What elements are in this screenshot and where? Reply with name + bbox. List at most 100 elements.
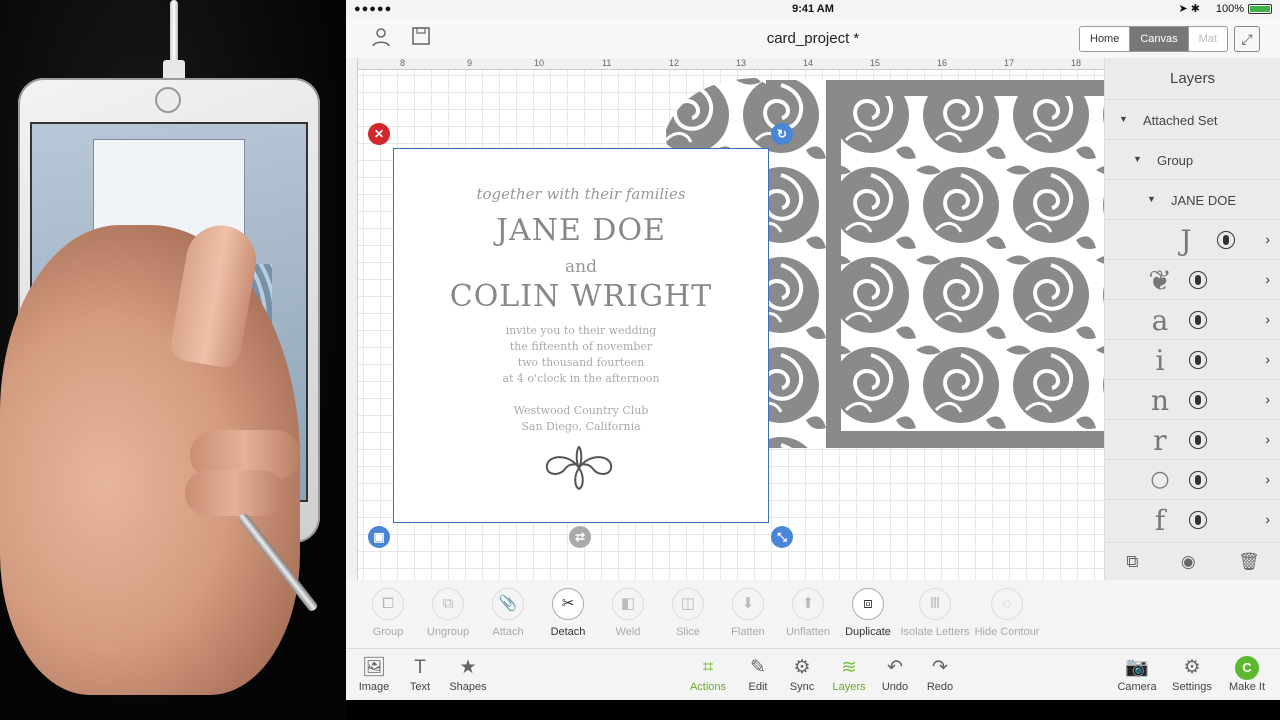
layer-label: Group [1157, 153, 1194, 168]
actions-icon: ⌗ [702, 657, 714, 678]
ruler-label: 9 [467, 58, 473, 68]
duplicate-button[interactable]: ⧈ Duplicate [838, 588, 898, 638]
flip-handle-icon[interactable]: ⇄ [569, 526, 591, 548]
tab-home[interactable]: Home [1080, 27, 1131, 51]
chevron-right-icon[interactable]: › [1265, 231, 1270, 247]
visibility-icon[interactable] [1189, 311, 1207, 329]
card-name-2: COLIN WRIGHT [449, 279, 713, 314]
camera-button[interactable]: 📷 Camera [1110, 655, 1164, 693]
visibility-icon[interactable] [1189, 351, 1207, 369]
shapes-button[interactable]: ★ Shapes [441, 655, 495, 693]
layer-letter[interactable]: J › [1105, 220, 1280, 260]
trash-icon[interactable]: 🗑 [1238, 552, 1260, 572]
visibility-icon[interactable] [1189, 271, 1207, 289]
isolate-letters-button[interactable]: Ⅲ Isolate Letters [898, 588, 972, 638]
bottom-navigation: 🖼 Image T Text ★ Shapes ⌗ Actions ✎ Edit ⚙ Syn… [346, 648, 1280, 700]
action-label: Hide Contour [974, 626, 1040, 638]
detach-icon: ✂ [552, 588, 584, 620]
group-icon: ⧠ [372, 588, 404, 620]
layer-jane-doe[interactable]: ▼ JANE DOE [1105, 180, 1280, 220]
layer-letter[interactable]: a › [1105, 300, 1280, 340]
ruler-horizontal: 8 9 10 11 12 13 14 15 16 17 18 [346, 58, 1104, 70]
flatten-button[interactable]: ⬇ Flatten [718, 588, 778, 638]
nav-label: Redo [926, 681, 954, 693]
redo-button[interactable]: ↷ Redo [913, 655, 967, 693]
chevron-right-icon[interactable]: › [1265, 311, 1270, 327]
ruler-label: 12 [669, 58, 680, 68]
card-and: and [565, 257, 597, 277]
chevron-right-icon[interactable]: › [1265, 351, 1270, 367]
layer-letter[interactable]: ○ › [1105, 460, 1280, 500]
camera-icon: 📷 [1125, 657, 1149, 678]
ruler-label: 10 [534, 58, 545, 68]
visibility-icon[interactable] [1217, 231, 1235, 249]
layer-attached-set[interactable]: ▼ Attached Set [1105, 100, 1280, 140]
layer-letter[interactable]: r › [1105, 420, 1280, 460]
layer-letter[interactable]: i › [1105, 340, 1280, 380]
layer-group[interactable]: ▼ Group [1105, 140, 1280, 180]
sync-button[interactable]: ⚙ Sync [775, 655, 829, 693]
chevron-right-icon[interactable]: › [1265, 431, 1270, 447]
status-bar: ●●●●● 9:41 AM ➤ ✱ 100% [346, 0, 1280, 18]
view-switcher: Home Canvas Mat [1079, 26, 1228, 52]
action-label: Detach [550, 626, 586, 638]
visibility-icon[interactable] [1189, 391, 1207, 409]
action-label: Isolate Letters [900, 626, 970, 638]
design-canvas[interactable]: together with their families JANE DOE an… [346, 58, 1104, 580]
chevron-right-icon[interactable]: › [1265, 511, 1270, 527]
location-bluetooth-icons: ➤ ✱ [1178, 3, 1201, 15]
visibility-icon[interactable] [1189, 471, 1207, 489]
chevron-right-icon[interactable]: › [1265, 271, 1270, 287]
text-button[interactable]: T Text [393, 655, 447, 693]
layer-thumbnail: n [1150, 384, 1170, 417]
chevron-right-icon[interactable]: › [1265, 391, 1270, 407]
rotate-handle-icon[interactable]: ↻ [771, 123, 793, 145]
ruler-label: 8 [400, 58, 406, 68]
collapse-triangle-icon[interactable]: ▼ [1133, 154, 1142, 164]
hide-contour-button[interactable]: ◌ Hide Contour [974, 588, 1040, 638]
tab-mat[interactable]: Mat [1188, 27, 1227, 51]
delete-handle-icon[interactable]: ✕ [368, 123, 390, 145]
eye-icon[interactable]: ◉ [1181, 552, 1196, 572]
detach-button[interactable]: ✂ Detach [538, 588, 598, 638]
sync-icon: ⚙ [793, 657, 811, 678]
layer-letter[interactable]: ❦ › [1105, 260, 1280, 300]
make-it-button[interactable]: C Make It [1220, 655, 1274, 693]
nav-label: Actions [689, 681, 727, 693]
visibility-icon[interactable] [1189, 511, 1207, 529]
attach-button[interactable]: 📎 Attach [478, 588, 538, 638]
actions-button[interactable]: ⌗ Actions [681, 655, 735, 693]
duplicate-layer-icon[interactable]: ⧉ [1126, 552, 1138, 572]
action-label: Slice [676, 626, 700, 638]
resize-handle-icon[interactable]: ⤡ [771, 526, 793, 548]
fullscreen-icon[interactable]: ⤢ [1234, 26, 1260, 52]
collapse-triangle-icon[interactable]: ▼ [1147, 194, 1156, 204]
letterbox-bar [346, 700, 1280, 720]
slice-button[interactable]: ◫ Slice [658, 588, 718, 638]
unflatten-button[interactable]: ⬆ Unflatten [778, 588, 838, 638]
flourish-ornament-icon [545, 445, 613, 491]
lock-handle-icon[interactable]: ▣ [368, 526, 390, 548]
action-label: Attach [492, 626, 524, 638]
ungroup-button[interactable]: ⧉ Ungroup [418, 588, 478, 638]
battery-icon [1248, 4, 1272, 14]
settings-button[interactable]: ⚙ Settings [1165, 655, 1219, 693]
layer-letter[interactable]: n › [1105, 380, 1280, 420]
tab-canvas[interactable]: Canvas [1130, 27, 1189, 51]
action-label: Weld [615, 626, 641, 638]
group-button[interactable]: ⧠ Group [358, 588, 418, 638]
wedding-invitation-card[interactable]: together with their families JANE DOE an… [393, 148, 769, 523]
visibility-icon[interactable] [1189, 431, 1207, 449]
chevron-right-icon[interactable]: › [1265, 471, 1270, 487]
collapse-triangle-icon[interactable]: ▼ [1119, 114, 1128, 124]
weld-button[interactable]: ◧ Weld [598, 588, 658, 638]
layer-letter[interactable]: f › [1105, 500, 1280, 540]
action-label: Ungroup [426, 626, 470, 638]
ruler-label: 11 [602, 58, 612, 68]
ruler-label: 16 [937, 58, 948, 68]
action-label: Duplicate [845, 626, 891, 638]
weld-icon: ◧ [612, 588, 644, 620]
layer-label: Attached Set [1143, 113, 1218, 128]
layer-thumbnail: ○ [1150, 467, 1170, 492]
slice-icon: ◫ [672, 588, 704, 620]
